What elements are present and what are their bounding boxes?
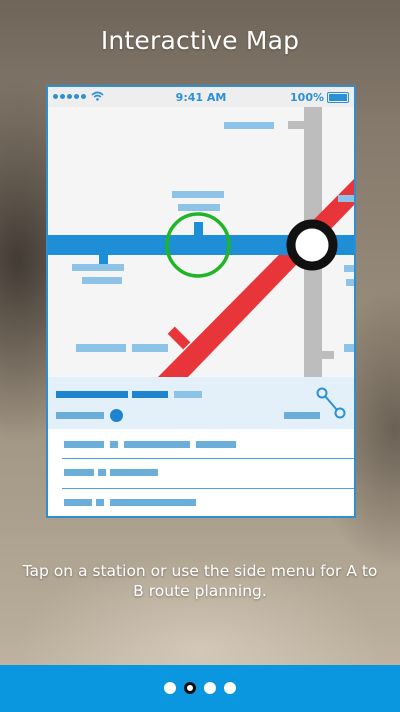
list-item-text bbox=[64, 469, 94, 476]
page-dot-1[interactable] bbox=[164, 682, 176, 694]
map-label bbox=[224, 122, 274, 129]
map-label bbox=[82, 277, 122, 284]
grey-line-tick bbox=[288, 121, 306, 129]
page-dot-4[interactable] bbox=[224, 682, 236, 694]
route-icon[interactable] bbox=[314, 387, 348, 419]
battery-percent: 100% bbox=[290, 91, 324, 104]
list-item-text bbox=[110, 441, 118, 448]
list-item-text bbox=[196, 441, 236, 448]
interchange-station-icon[interactable] bbox=[286, 219, 338, 271]
route-line-2 bbox=[132, 391, 168, 398]
page-indicator bbox=[0, 682, 400, 694]
blue-line-tick bbox=[194, 222, 203, 237]
map-label bbox=[72, 264, 124, 271]
map-label bbox=[178, 204, 220, 211]
page-dot-2-active[interactable] bbox=[184, 682, 196, 694]
status-bar: 9:41 AM 100% bbox=[48, 87, 354, 107]
list-item-text bbox=[96, 499, 104, 506]
list-divider bbox=[62, 488, 354, 489]
list-item-text bbox=[98, 469, 106, 476]
page-dot-3[interactable] bbox=[204, 682, 216, 694]
map-label bbox=[344, 265, 354, 272]
map-label bbox=[344, 344, 354, 352]
status-right: 100% bbox=[290, 91, 349, 104]
route-panel bbox=[48, 377, 354, 516]
map-label bbox=[338, 195, 354, 202]
list-item-text bbox=[124, 441, 190, 448]
grey-line-tick bbox=[320, 351, 334, 359]
red-line-tick bbox=[167, 326, 191, 350]
route-panel-header[interactable] bbox=[48, 377, 354, 429]
list-item-text bbox=[110, 499, 196, 506]
list-item-text bbox=[64, 499, 92, 506]
map-illustration bbox=[48, 107, 354, 377]
origin-marker-icon bbox=[110, 409, 123, 422]
map-label bbox=[346, 279, 354, 286]
map-label bbox=[132, 344, 168, 352]
battery-icon bbox=[327, 92, 349, 103]
list-item-text bbox=[110, 469, 158, 476]
map-label bbox=[172, 191, 224, 198]
pager-footer bbox=[0, 665, 400, 712]
map-label bbox=[76, 344, 126, 352]
page-title: Interactive Map bbox=[100, 26, 300, 55]
route-origin bbox=[56, 412, 104, 419]
list-item-text bbox=[64, 441, 104, 448]
phone-mockup: 9:41 AM 100% bbox=[46, 85, 356, 518]
list-divider bbox=[62, 458, 354, 459]
route-line-1 bbox=[56, 391, 128, 398]
map-view[interactable] bbox=[48, 107, 354, 377]
route-line-3 bbox=[174, 391, 202, 398]
onboarding-screen: Interactive Map 9:41 AM 100% Tap on a st… bbox=[0, 0, 400, 712]
onboarding-caption: Tap on a station or use the side menu fo… bbox=[22, 562, 378, 600]
